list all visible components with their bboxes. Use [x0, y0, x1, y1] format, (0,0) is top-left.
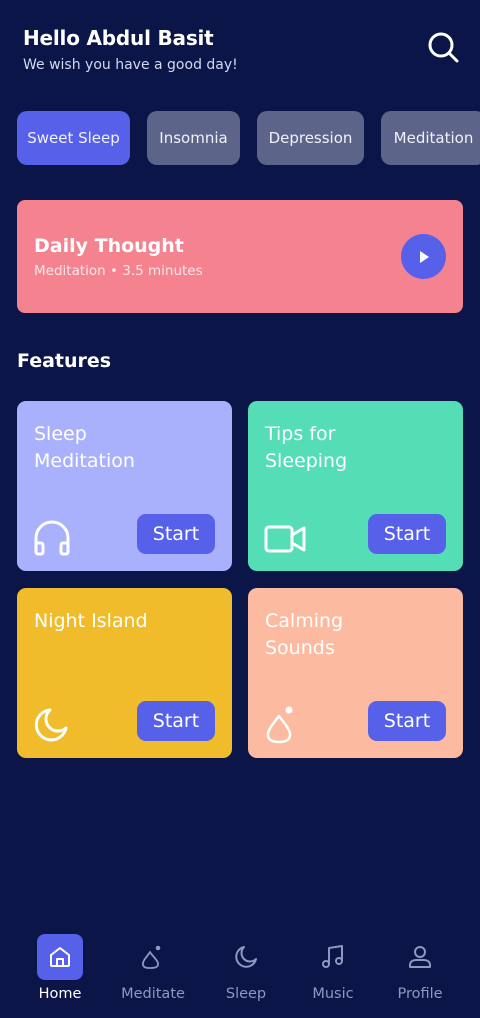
feature-card-night-island[interactable]: Night Island Start [17, 588, 232, 758]
drop-icon [266, 706, 293, 744]
chip-depression[interactable]: Depression [257, 111, 364, 165]
greeting-title: Hello Abdul Basit [23, 26, 214, 50]
feature-card-sleep-meditation[interactable]: Sleep Meditation Start [17, 401, 232, 571]
feature-card-title: Night Island [34, 610, 148, 632]
feature-card-title: Calming Sounds [265, 610, 344, 659]
moon-icon [235, 946, 257, 968]
chip-sweet-sleep[interactable]: Sweet Sleep [17, 111, 130, 165]
greeting: Hello Abdul Basit We wish you have a goo… [23, 26, 238, 73]
play-button[interactable] [401, 234, 446, 279]
greeting-subtitle: We wish you have a good day! [23, 57, 238, 73]
daily-thought-card[interactable]: Daily Thought Meditation • 3.5 minutes [17, 200, 463, 313]
chip-meditation[interactable]: Meditation [381, 111, 480, 165]
daily-thought-subtitle: Meditation • 3.5 minutes [34, 263, 203, 279]
nav-item-meditate[interactable]: Meditate [108, 934, 198, 1010]
moon-icon-wrap [223, 934, 269, 980]
meditate-icon-wrap [130, 934, 176, 980]
music-note-icon [322, 945, 343, 968]
home-screen: Hello Abdul Basit We wish you have a goo… [0, 0, 480, 1018]
nav-item-music[interactable]: Music [288, 934, 378, 1010]
daily-thought-title: Daily Thought [34, 235, 184, 257]
moon-icon [34, 708, 68, 742]
bottom-navigation: Home Meditate Sleep Music Profile [0, 930, 480, 1018]
feature-card-tips-for-sleeping[interactable]: Tips for Sleeping Start [248, 401, 463, 571]
home-icon-wrap [37, 934, 83, 980]
category-chips: Sweet Sleep Insomnia Depression Meditati… [0, 111, 480, 167]
nav-item-home[interactable]: Home [15, 934, 105, 1010]
start-button[interactable]: Start [137, 701, 215, 741]
start-button[interactable]: Start [368, 701, 446, 741]
play-icon [419, 250, 429, 263]
headphones-icon [34, 520, 70, 556]
meditate-icon [141, 945, 161, 969]
user-icon-wrap [397, 934, 443, 980]
search-icon [428, 32, 459, 63]
nav-label-home: Home [38, 986, 82, 1002]
feature-card-calming-sounds[interactable]: Calming Sounds Start [248, 588, 463, 758]
nav-label-profile: Profile [397, 986, 443, 1002]
feature-card-title: Sleep Meditation [34, 423, 135, 472]
nav-item-sleep[interactable]: Sleep [201, 934, 291, 1010]
nav-item-profile[interactable]: Profile [375, 934, 465, 1010]
start-button[interactable]: Start [368, 514, 446, 554]
start-button[interactable]: Start [137, 514, 215, 554]
nav-label-sleep: Sleep [225, 986, 267, 1002]
nav-label-music: Music [312, 986, 354, 1002]
music-icon-wrap [310, 934, 356, 980]
search-button[interactable] [426, 30, 460, 64]
nav-label-meditate: Meditate [121, 986, 185, 1002]
video-camera-icon [264, 525, 306, 553]
features-title: Features [17, 350, 112, 372]
chip-insomnia[interactable]: Insomnia [147, 111, 240, 165]
home-icon [50, 947, 70, 967]
feature-card-title: Tips for Sleeping [265, 423, 348, 472]
user-icon [409, 946, 431, 968]
